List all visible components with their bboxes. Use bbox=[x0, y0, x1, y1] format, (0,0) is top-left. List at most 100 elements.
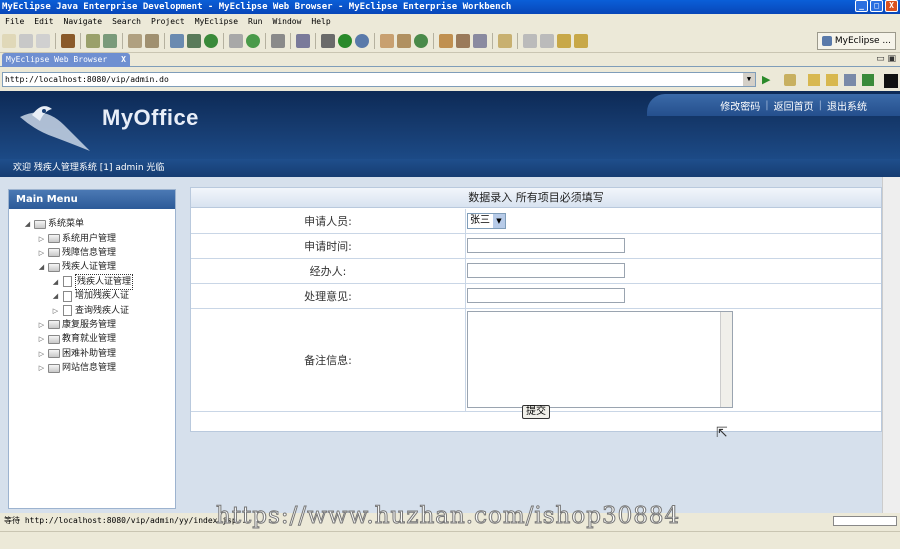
globe-icon[interactable] bbox=[204, 33, 218, 48]
expander-icon[interactable]: ▷ bbox=[37, 332, 46, 346]
return-home-link[interactable]: 返回首页 bbox=[771, 98, 817, 113]
view-minmax-icon[interactable]: ▭ ▣ bbox=[876, 54, 896, 64]
next-annotation-icon[interactable] bbox=[523, 33, 537, 48]
url-input[interactable]: http://localhost:8080/vip/admin.do ▼ bbox=[2, 72, 756, 87]
handler-input[interactable] bbox=[467, 263, 625, 278]
menu-navigate[interactable]: Navigate bbox=[59, 14, 108, 29]
sidebar-item-label: 困难补助管理 bbox=[62, 348, 117, 359]
server-icon[interactable] bbox=[103, 33, 117, 48]
view-icon[interactable] bbox=[884, 74, 898, 88]
deploy-icon[interactable] bbox=[86, 33, 100, 48]
sidebar-item[interactable]: ▷ 康复服务管理 bbox=[9, 318, 175, 332]
watermark-text: https://www.huzhan.com/ishop30884 bbox=[215, 503, 681, 530]
perspective-icon bbox=[821, 36, 832, 46]
applicant-row: 申请人员: 张三 ▼ bbox=[191, 209, 881, 234]
sidebar-item[interactable]: ◢ 增加残疾人证 bbox=[9, 289, 175, 303]
sidebar-item[interactable]: ▷ 困难补助管理 bbox=[9, 347, 175, 361]
debug-icon[interactable] bbox=[321, 33, 335, 48]
notes-textarea[interactable] bbox=[467, 311, 733, 408]
change-password-link[interactable]: 修改密码 bbox=[717, 98, 763, 113]
annotation-icon[interactable] bbox=[498, 33, 512, 48]
print-preview-icon[interactable] bbox=[229, 33, 243, 48]
stop-icon[interactable] bbox=[844, 74, 856, 86]
expander-icon[interactable]: ◢ bbox=[37, 260, 46, 274]
expander-icon[interactable]: ◢ bbox=[51, 275, 60, 289]
menu-edit[interactable]: Edit bbox=[29, 14, 58, 29]
maximize-button[interactable]: □ bbox=[870, 0, 883, 12]
favorites-icon[interactable] bbox=[784, 74, 796, 86]
menu-window[interactable]: Window bbox=[268, 14, 307, 29]
back-icon[interactable] bbox=[557, 33, 571, 48]
logo-text: MyOffice bbox=[102, 105, 199, 130]
refresh-icon[interactable] bbox=[246, 33, 260, 48]
expander-icon[interactable]: ▷ bbox=[51, 304, 60, 318]
url-dropdown-icon[interactable]: ▼ bbox=[743, 73, 755, 86]
collapse-icon[interactable]: ◢ bbox=[23, 217, 32, 231]
sidebar-item-label: 网站信息管理 bbox=[62, 363, 117, 374]
expander-icon[interactable]: ▷ bbox=[37, 347, 46, 361]
sidebar-item[interactable]: ▷ 查询残疾人证 bbox=[9, 303, 175, 317]
textarea-scrollbar[interactable] bbox=[720, 312, 732, 407]
package-icon[interactable] bbox=[61, 33, 75, 48]
terminal-icon[interactable] bbox=[296, 33, 310, 48]
print-icon[interactable] bbox=[36, 33, 50, 48]
progress-bar bbox=[833, 516, 897, 526]
close-tab-icon[interactable]: X bbox=[121, 53, 126, 67]
search-icon[interactable] bbox=[473, 33, 487, 48]
new-package-icon[interactable] bbox=[397, 33, 411, 48]
tree-root[interactable]: ◢ 系统菜单 bbox=[9, 217, 175, 231]
page-scrollbar[interactable] bbox=[882, 177, 900, 513]
menu-project[interactable]: Project bbox=[146, 14, 190, 29]
submit-button[interactable]: 提交 bbox=[522, 405, 550, 419]
new-java-project-icon[interactable] bbox=[380, 33, 394, 48]
expander-icon[interactable]: ▷ bbox=[37, 246, 46, 260]
forward-icon[interactable] bbox=[574, 33, 588, 48]
go-icon[interactable]: ▶ bbox=[762, 74, 774, 86]
logout-link[interactable]: 退出系统 bbox=[824, 98, 870, 113]
external-tools-icon[interactable] bbox=[355, 33, 369, 48]
menu-run[interactable]: Run bbox=[243, 14, 267, 29]
console-icon[interactable] bbox=[271, 33, 285, 48]
date-row: 申请时间: bbox=[191, 234, 881, 259]
open-type-icon[interactable] bbox=[145, 33, 159, 48]
new-icon[interactable] bbox=[2, 33, 16, 48]
browser-icon[interactable] bbox=[170, 33, 184, 48]
expander-icon[interactable]: ▷ bbox=[37, 232, 46, 246]
expander-icon[interactable]: ▷ bbox=[37, 318, 46, 332]
back-nav-icon[interactable] bbox=[808, 74, 820, 86]
forward-nav-icon[interactable] bbox=[826, 74, 838, 86]
sidebar-item[interactable]: ▷ 网站信息管理 bbox=[9, 361, 175, 375]
refresh-page-icon[interactable] bbox=[862, 74, 874, 86]
expander-icon[interactable]: ◢ bbox=[51, 289, 60, 303]
close-window-button[interactable]: X bbox=[885, 0, 898, 12]
db-icon[interactable] bbox=[187, 33, 201, 48]
date-input[interactable] bbox=[467, 238, 625, 253]
sidebar-item[interactable]: ▷ 系统用户管理 bbox=[9, 231, 175, 245]
applicant-select[interactable]: 张三 ▼ bbox=[467, 213, 506, 229]
save-icon[interactable] bbox=[19, 33, 33, 48]
sidebar-item[interactable]: ◢ 残疾人证管理 bbox=[9, 273, 175, 290]
wizard-icon[interactable] bbox=[128, 33, 142, 48]
sidebar-item[interactable]: ▷ 教育就业管理 bbox=[9, 332, 175, 346]
opinion-input[interactable] bbox=[467, 288, 625, 303]
menu-search[interactable]: Search bbox=[107, 14, 146, 29]
perspective-switcher[interactable]: MyEclipse ... bbox=[816, 32, 896, 50]
open-folder-icon[interactable] bbox=[439, 33, 453, 48]
site-header: MyOffice 修改密码 | 返回首页 | 退出系统 bbox=[0, 91, 900, 159]
edit-icon[interactable] bbox=[456, 33, 470, 48]
run-icon[interactable] bbox=[338, 33, 352, 48]
menu-file[interactable]: File bbox=[0, 14, 29, 29]
minimize-button[interactable]: _ bbox=[855, 0, 868, 12]
prev-annotation-icon[interactable] bbox=[540, 33, 554, 48]
notes-label: 备注信息: bbox=[191, 309, 466, 411]
menu-help[interactable]: Help bbox=[306, 14, 335, 29]
tab-web-browser[interactable]: MyEclipse Web Browser X bbox=[2, 53, 130, 67]
sidebar-item[interactable]: ◢ 残疾人证管理 bbox=[9, 260, 175, 274]
sidebar-item[interactable]: ▷ 残障信息管理 bbox=[9, 246, 175, 260]
menu-myeclipse[interactable]: MyEclipse bbox=[190, 14, 243, 29]
new-class-icon[interactable] bbox=[414, 33, 428, 48]
expander-icon[interactable]: ▷ bbox=[37, 361, 46, 375]
tab-label: MyEclipse Web Browser bbox=[6, 55, 108, 64]
sidebar-item-label: 残疾人证管理 bbox=[62, 262, 117, 273]
folder-icon bbox=[48, 248, 60, 258]
